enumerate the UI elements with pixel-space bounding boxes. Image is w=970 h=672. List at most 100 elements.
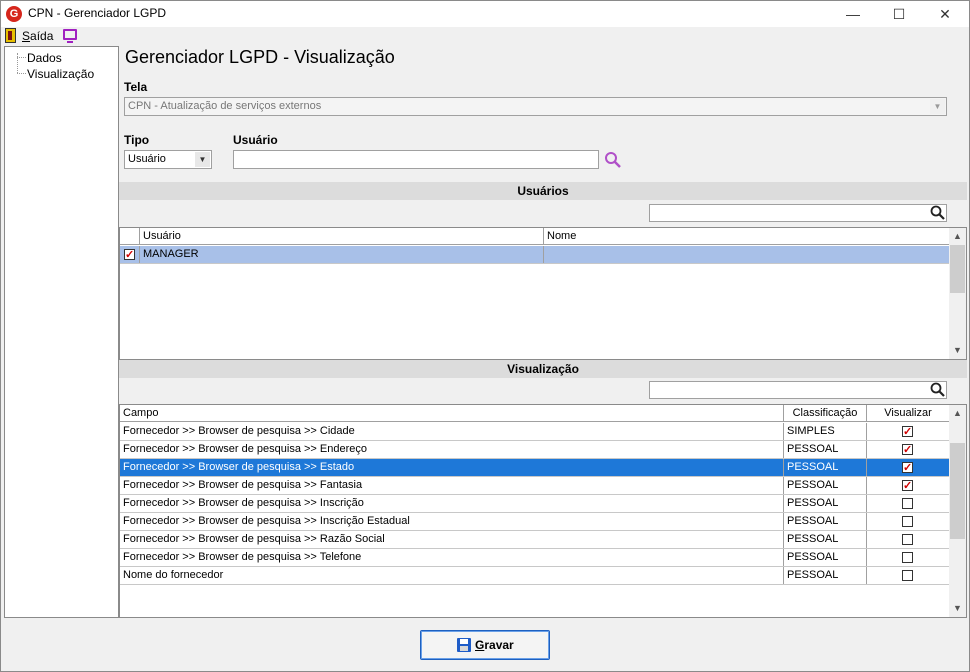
classificacao-cell: PESSOAL — [784, 477, 867, 494]
maximize-button[interactable]: ☐ — [876, 1, 922, 27]
campo-cell: Fornecedor >> Browser de pesquisa >> Cid… — [120, 423, 784, 440]
tela-label: Tela — [124, 80, 148, 94]
tipo-label: Tipo — [124, 133, 150, 147]
menu-exit-mnemonic: S — [22, 29, 31, 43]
users-scrollbar[interactable]: ▲ ▼ — [949, 228, 966, 359]
classificacao-cell: PESSOAL — [784, 531, 867, 548]
table-row[interactable]: Fornecedor >> Browser de pesquisa >> Ins… — [120, 495, 949, 513]
view-scrollbar[interactable]: ▲ ▼ — [949, 405, 966, 617]
users-col-usuario[interactable]: Usuário — [140, 228, 544, 245]
visualizar-cell — [867, 549, 949, 566]
view-col-classificacao[interactable]: Classificação — [784, 405, 867, 422]
close-button[interactable]: ✕ — [922, 1, 968, 27]
classificacao-cell: PESSOAL — [784, 495, 867, 512]
users-grid: Usuário Nome MANAGER ▲ ▼ — [119, 227, 967, 360]
checkbox-icon[interactable] — [902, 498, 913, 509]
visualizar-cell — [867, 531, 949, 548]
table-row[interactable]: Nome do fornecedor PESSOAL — [120, 567, 949, 585]
checkbox-icon[interactable] — [902, 570, 913, 581]
save-button-label: Gravar — [475, 638, 514, 652]
checkbox-icon[interactable] — [124, 247, 135, 263]
table-row[interactable]: Fornecedor >> Browser de pesquisa >> Tel… — [120, 549, 949, 567]
save-button[interactable]: Gravar — [420, 630, 550, 660]
title-bar: G CPN - Gerenciador LGPD — ☐ ✕ — [1, 1, 969, 27]
app-logo-icon: G — [6, 6, 22, 22]
user-cell-usuario: MANAGER — [140, 246, 544, 263]
app-window: G CPN - Gerenciador LGPD — ☐ ✕ Saída Dad… — [0, 0, 970, 672]
tela-select[interactable]: CPN - Atualização de serviços externos ▼ — [124, 97, 947, 116]
usuario-label: Usuário — [233, 133, 278, 147]
checkbox-icon[interactable] — [902, 516, 913, 527]
view-search-input[interactable] — [649, 381, 947, 399]
table-row[interactable]: MANAGER — [120, 246, 949, 264]
checkbox-icon[interactable] — [902, 442, 913, 458]
view-grid: Campo Classificação Visualizar Fornecedo… — [119, 404, 967, 618]
campo-cell: Nome do fornecedor — [120, 567, 784, 584]
campo-cell: Fornecedor >> Browser de pesquisa >> Raz… — [120, 531, 784, 548]
search-icon[interactable] — [930, 382, 946, 398]
menu-exit[interactable]: Saída — [22, 29, 53, 43]
floppy-disk-icon — [457, 638, 471, 652]
checkbox-icon[interactable] — [902, 460, 913, 476]
search-icon[interactable] — [604, 151, 622, 169]
checkbox-icon[interactable] — [902, 478, 913, 494]
chevron-down-icon[interactable]: ▼ — [195, 152, 210, 167]
users-col-nome[interactable]: Nome — [544, 228, 949, 245]
save-mnemonic: G — [475, 638, 485, 652]
visualizar-cell — [867, 567, 949, 584]
row-check-cell — [120, 246, 140, 263]
view-col-campo[interactable]: Campo — [120, 405, 784, 422]
tela-value: CPN - Atualização de serviços externos — [128, 100, 322, 112]
scroll-down-icon[interactable]: ▼ — [949, 600, 966, 617]
search-icon[interactable] — [930, 205, 946, 221]
exit-door-icon[interactable] — [5, 28, 16, 43]
tree-item-dados[interactable]: Dados — [27, 51, 62, 65]
classificacao-cell: SIMPLES — [784, 423, 867, 440]
table-row[interactable]: Fornecedor >> Browser de pesquisa >> End… — [120, 441, 949, 459]
users-section-header: Usuários — [119, 182, 967, 200]
classificacao-cell: PESSOAL — [784, 513, 867, 530]
table-row[interactable]: Fornecedor >> Browser de pesquisa >> Ins… — [120, 513, 949, 531]
checkbox-icon[interactable] — [902, 534, 913, 545]
window-title: CPN - Gerenciador LGPD — [28, 6, 167, 20]
users-search-input[interactable] — [649, 204, 947, 222]
visualizar-cell — [867, 477, 949, 494]
visualizar-cell — [867, 495, 949, 512]
tree-connector — [17, 73, 26, 74]
table-row[interactable]: Fornecedor >> Browser de pesquisa >> Est… — [120, 459, 949, 477]
save-label-rest: ravar — [484, 638, 514, 652]
campo-cell: Fornecedor >> Browser de pesquisa >> Est… — [120, 459, 784, 476]
scroll-up-icon[interactable]: ▲ — [949, 228, 966, 245]
campo-cell: Fornecedor >> Browser de pesquisa >> Fan… — [120, 477, 784, 494]
users-grid-header: Usuário Nome — [120, 228, 949, 245]
chevron-down-icon[interactable]: ▼ — [930, 99, 945, 114]
campo-cell: Fornecedor >> Browser de pesquisa >> Ins… — [120, 495, 784, 512]
scroll-thumb[interactable] — [950, 245, 965, 293]
visualizar-cell — [867, 423, 949, 440]
view-col-visualizar[interactable]: Visualizar — [867, 405, 949, 422]
visualizar-cell — [867, 441, 949, 458]
scroll-thumb[interactable] — [950, 443, 965, 539]
usuario-input[interactable] — [233, 150, 599, 169]
classificacao-cell: PESSOAL — [784, 567, 867, 584]
table-row[interactable]: Fornecedor >> Browser de pesquisa >> Raz… — [120, 531, 949, 549]
scroll-up-icon[interactable]: ▲ — [949, 405, 966, 422]
classificacao-cell: PESSOAL — [784, 549, 867, 566]
page-title: Gerenciador LGPD - Visualização — [125, 47, 395, 67]
tree-item-visualizacao[interactable]: Visualização — [27, 67, 94, 81]
checkbox-icon[interactable] — [902, 552, 913, 563]
minimize-button[interactable]: — — [830, 1, 876, 27]
tipo-select[interactable]: Usuário ▼ — [124, 150, 212, 169]
classificacao-cell: PESSOAL — [784, 441, 867, 458]
monitor-icon[interactable] — [63, 29, 77, 43]
view-grid-header: Campo Classificação Visualizar — [120, 405, 949, 422]
tree-connector — [17, 53, 18, 73]
tree-connector — [17, 57, 26, 58]
scroll-down-icon[interactable]: ▼ — [949, 342, 966, 359]
tipo-value: Usuário — [128, 153, 166, 165]
table-row[interactable]: Fornecedor >> Browser de pesquisa >> Cid… — [120, 423, 949, 441]
checkbox-icon[interactable] — [902, 424, 913, 440]
menu-bar: Saída — [1, 27, 969, 46]
table-row[interactable]: Fornecedor >> Browser de pesquisa >> Fan… — [120, 477, 949, 495]
users-grid-header-indicator — [120, 228, 140, 245]
